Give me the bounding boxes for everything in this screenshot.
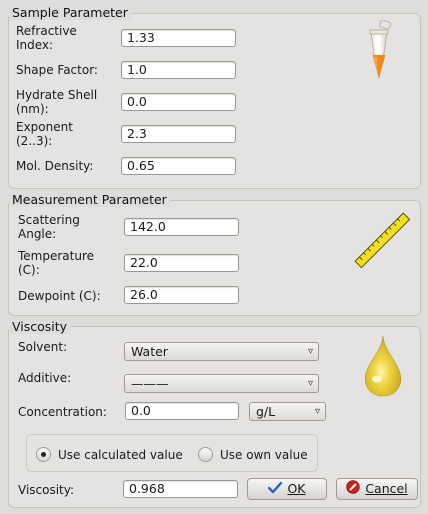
hydrate-shell-label: Hydrate Shell (nm): <box>16 88 98 116</box>
solvent-select[interactable]: Water ▿ <box>124 342 319 361</box>
test-tube-icon <box>362 19 394 84</box>
use-calculated-label[interactable]: Use calculated value <box>58 448 183 462</box>
use-calculated-radio[interactable] <box>36 447 51 462</box>
scattering-angle-field[interactable]: 142.0 <box>124 218 239 236</box>
ok-button-label: OK <box>287 481 306 496</box>
shape-factor-field[interactable]: 1.0 <box>121 61 236 79</box>
mol-density-label: Mol. Density: <box>16 159 94 173</box>
solvent-label: Solvent: <box>18 340 68 354</box>
solvent-select-value: Water <box>131 344 168 359</box>
exponent-field[interactable]: 2.3 <box>121 125 236 143</box>
scattering-angle-label: Scattering Angle: <box>18 213 80 241</box>
chevron-down-icon: ▿ <box>307 378 313 389</box>
concentration-field[interactable]: 0.0 <box>125 402 239 420</box>
measurement-parameter-title: Measurement Parameter <box>9 192 170 207</box>
temperature-label: Temperature (C): <box>18 249 95 277</box>
viscosity-field[interactable]: 0.968 <box>123 480 238 498</box>
concentration-unit-value: g/L <box>256 404 276 419</box>
use-own-radio[interactable] <box>198 447 213 462</box>
hydrate-shell-field[interactable]: 0.0 <box>121 93 236 111</box>
dewpoint-label: Dewpoint (C): <box>18 289 101 303</box>
chevron-down-icon: ▿ <box>314 406 320 417</box>
refractive-index-label: Refractive Index: <box>16 24 77 52</box>
cancel-button[interactable]: Cancel <box>336 478 418 500</box>
exponent-label: Exponent (2..3): <box>16 120 73 148</box>
dewpoint-field[interactable]: 26.0 <box>124 286 239 304</box>
ok-button[interactable]: OK <box>247 478 327 500</box>
temperature-field[interactable]: 22.0 <box>124 254 239 272</box>
use-own-label[interactable]: Use own value <box>220 448 308 462</box>
shape-factor-label: Shape Factor: <box>16 63 98 77</box>
mol-density-field[interactable]: 0.65 <box>121 157 236 175</box>
refractive-index-field[interactable]: 1.33 <box>121 29 236 47</box>
cancel-button-label: Cancel <box>365 481 408 496</box>
concentration-label: Concentration: <box>18 405 107 419</box>
additive-select[interactable]: ——— ▿ <box>124 374 319 393</box>
concentration-unit-select[interactable]: g/L ▿ <box>249 402 326 421</box>
sample-parameter-title: Sample Parameter <box>9 5 131 20</box>
viscosity-title: Viscosity <box>9 319 71 334</box>
chevron-down-icon: ▿ <box>307 346 313 357</box>
additive-label: Additive: <box>18 371 72 385</box>
check-icon <box>268 480 283 500</box>
cancel-icon <box>346 479 361 500</box>
viscosity-label: Viscosity: <box>18 483 75 497</box>
additive-select-value: ——— <box>131 376 169 391</box>
drop-icon <box>358 334 408 398</box>
ruler-icon <box>352 210 412 270</box>
